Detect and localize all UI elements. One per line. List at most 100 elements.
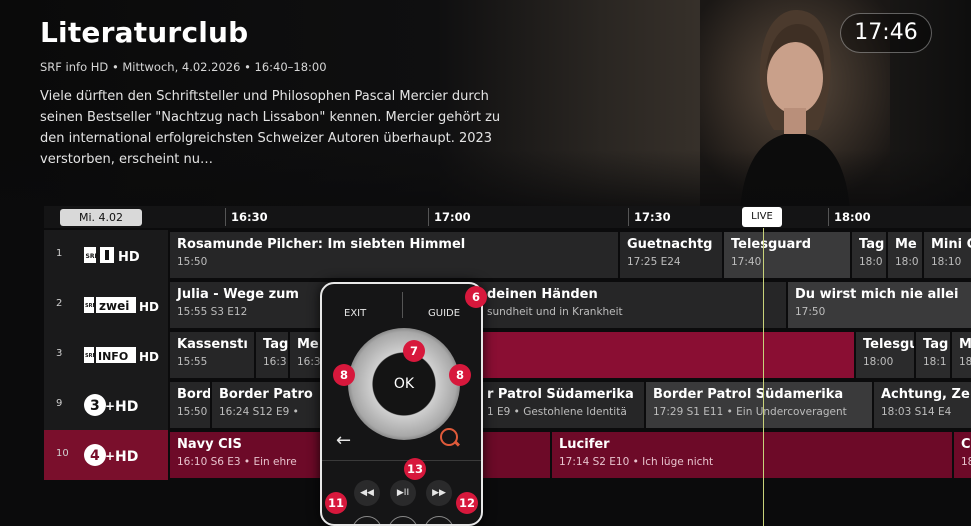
program-description: Viele dürften den Schriftsteller und Phi…	[40, 89, 501, 167]
svg-text:HD: HD	[118, 250, 140, 265]
program-cell[interactable]: Mini C 18:10	[924, 232, 971, 278]
divider	[402, 292, 403, 318]
svg-text:zwei: zwei	[99, 299, 129, 313]
guide-button[interactable]: GUIDE	[428, 308, 460, 319]
time-tick: 18:00	[828, 208, 871, 226]
program-title: Tag	[859, 237, 885, 252]
program-title: Me	[297, 337, 319, 352]
live-indicator: LIVE	[742, 207, 782, 227]
program-time: 1 E9 • Gestohlene Identitä	[487, 406, 627, 418]
channel-row: 3 SRF INFO HD ‹ Kassenstı 15:55 Tag 16:3…	[44, 330, 971, 380]
callout-badge: 12	[456, 492, 478, 514]
svg-text:4: 4	[90, 448, 100, 464]
program-time: 18:03 S14 E4	[881, 406, 952, 418]
program-title: Bord	[177, 387, 210, 402]
program-time: 18:0	[895, 256, 919, 268]
exit-button[interactable]: EXIT	[344, 308, 366, 319]
date-chip[interactable]: Mi. 4.02	[60, 209, 142, 226]
program-title: Achtung, Ze	[881, 387, 970, 402]
program-title: Border Patrol Südamerika	[653, 387, 844, 402]
program-cell[interactable]: Tag 18:1	[916, 332, 950, 378]
program-title: r Patrol Südamerika	[487, 387, 634, 402]
remote-button[interactable]	[388, 516, 418, 524]
program-cell[interactable]: Telesgu 18:00	[856, 332, 914, 378]
svg-text:SRF: SRF	[85, 353, 96, 359]
channel-row: 9 3 + HD ‹ Bord 15:50 Border Patro 16:24…	[44, 380, 971, 430]
arrow-left-icon[interactable]: ←	[336, 430, 351, 451]
program-cell[interactable]: C 18	[954, 432, 971, 478]
callout-badge: 6	[465, 286, 487, 308]
play-pause-button[interactable]: ▶II	[390, 480, 416, 506]
svg-text:+: +	[105, 399, 115, 413]
program-title: Rosamunde Pilcher: Im siebten Himmel	[177, 237, 466, 252]
ok-button[interactable]: OK	[374, 354, 434, 414]
channel-row: 1 SRF HD ‹ Rosamunde Pilcher: Im siebten…	[44, 230, 971, 280]
svg-text:SRF: SRF	[86, 253, 99, 260]
program-cell[interactable]: M 18	[952, 332, 971, 378]
program-title: M	[959, 337, 971, 352]
program-cell[interactable]: Guetnachtg 17:25 E24	[620, 232, 722, 278]
channel-cell[interactable]: 9 3 + HD	[44, 380, 168, 430]
fast-forward-button[interactable]: ▶▶	[426, 480, 452, 506]
callout-badge: 11	[325, 492, 347, 514]
search-icon[interactable]	[440, 428, 458, 446]
program-cell[interactable]: Du wirst mich nie allei 17:50	[788, 282, 971, 328]
program-title: C	[961, 437, 971, 452]
live-time-line	[763, 228, 764, 526]
srf1-logo-icon: SRF HD	[84, 247, 140, 265]
program-title: Me	[895, 237, 917, 252]
time-tick: 17:00	[428, 208, 471, 226]
program-title: Lucifer	[559, 437, 610, 452]
program-time: 18:0	[859, 256, 883, 268]
program-cell[interactable]: r Patrol Südamerika 1 E9 • Gestohlene Id…	[480, 382, 644, 428]
channel-cell[interactable]: 2 SRF zwei HD	[44, 280, 168, 330]
svg-text:HD: HD	[139, 300, 159, 314]
program-time: sundheit und in Krankheit	[487, 306, 623, 318]
channel-number: 3	[56, 348, 63, 359]
program-time: 16:3	[263, 356, 287, 368]
channel-cell[interactable]: 1 SRF HD	[44, 230, 168, 280]
callout-badge: 8	[333, 364, 355, 386]
callout-badge: 7	[403, 340, 425, 362]
program-title: Telesguard	[731, 237, 812, 252]
program-cell[interactable]: Kassenstı 15:55	[170, 332, 254, 378]
program-time: 17:50	[795, 306, 826, 318]
program-cell[interactable]: Me 18:0	[888, 232, 922, 278]
channel-cell[interactable]: 3 SRF INFO HD	[44, 330, 168, 380]
svg-text:HD: HD	[139, 350, 159, 364]
program-cell[interactable]: Rosamunde Pilcher: Im siebten Himmel 15:…	[170, 232, 618, 278]
channel-row: 2 SRF zwei HD ‹ Julia - Wege zum 15:55 S…	[44, 280, 971, 330]
program-cell[interactable]: Bord 15:50	[170, 382, 210, 428]
program-cell[interactable]: Achtung, Ze 18:03 S14 E4	[874, 382, 971, 428]
program-cell[interactable]: deinen Händen sundheit und in Krankheit	[480, 282, 786, 328]
program-time: 15:50	[177, 406, 208, 418]
program-cell[interactable]: Lucifer 17:14 S2 E10 • Ich lüge nicht	[552, 432, 952, 478]
program-title: Tag	[263, 337, 288, 352]
channel-cell[interactable]: 10 4 + HD	[44, 430, 168, 480]
program-time: 16:3	[297, 356, 321, 368]
3plus-logo-icon: 3 + HD	[84, 394, 138, 416]
program-time: 17:14 S2 E10 • Ich lüge nicht	[559, 456, 714, 468]
program-title: Du wirst mich nie allei	[795, 287, 959, 302]
program-cell[interactable]: Tag 18:0	[852, 232, 886, 278]
program-cell[interactable]: Telesguard 17:40	[724, 232, 850, 278]
4plus-logo-icon: 4 + HD	[84, 444, 138, 466]
channel-number: 9	[56, 398, 63, 409]
rewind-button[interactable]: ◀◀	[354, 480, 380, 506]
program-cell[interactable]: Tag 16:3	[256, 332, 288, 378]
channel-number: 10	[56, 448, 69, 459]
program-time: 17:40	[731, 256, 762, 268]
svg-text:HD: HD	[115, 399, 138, 415]
callout-badge: 13	[404, 458, 426, 480]
program-title: deinen Händen	[487, 287, 598, 302]
program-time: 15:50	[177, 256, 208, 268]
program-time: 17:29 S1 E11 • Ein Undercoveragent	[653, 406, 847, 418]
program-title: Telesgu	[863, 337, 914, 352]
remote-control-overlay: EXIT GUIDE OK ← ◀◀ ▶II ▶▶	[320, 282, 483, 526]
time-tick: 16:30	[225, 208, 268, 226]
remote-button[interactable]	[424, 516, 454, 524]
program-cell[interactable]: Border Patrol Südamerika 17:29 S1 E11 • …	[646, 382, 872, 428]
remote-button[interactable]	[352, 516, 382, 524]
program-title: Mini C	[931, 237, 971, 252]
svg-text:+: +	[105, 449, 115, 463]
